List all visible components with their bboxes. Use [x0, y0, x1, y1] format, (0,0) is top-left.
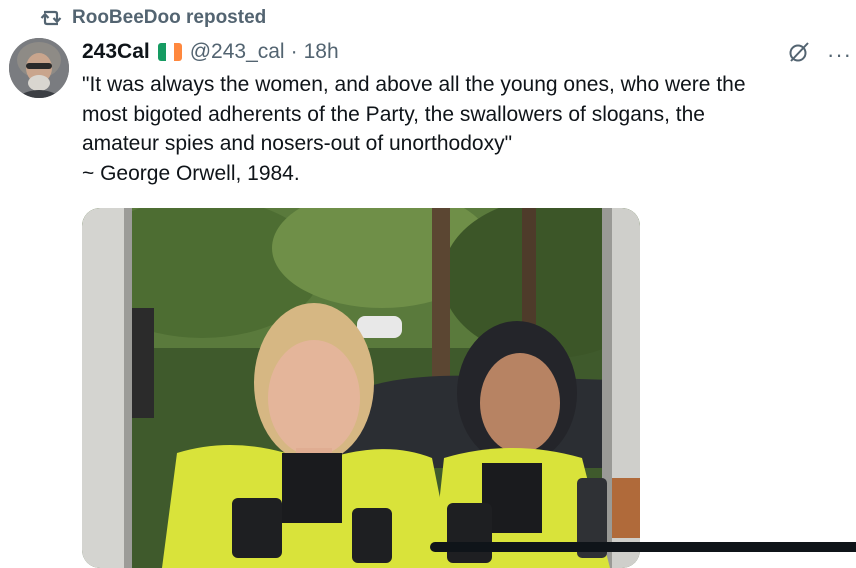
avatar[interactable] — [9, 38, 69, 98]
avatar-image — [9, 38, 69, 98]
repost-icon — [40, 8, 62, 28]
tweet-text-line: "It was always the women, and above all … — [82, 73, 746, 96]
more-icon[interactable]: ··· — [827, 43, 852, 66]
grok-icon[interactable] — [787, 40, 811, 69]
header-actions: ··· — [787, 40, 852, 69]
video-progress-bar[interactable] — [430, 542, 856, 552]
tweet-text-line: ~ George Orwell, 1984. — [82, 161, 300, 185]
video-player[interactable] — [82, 208, 640, 568]
author-display-name[interactable]: 243Cal — [82, 40, 150, 64]
tweet-header: 243Cal @243_cal · 18h — [82, 38, 339, 66]
post-time[interactable]: 18h — [304, 40, 339, 64]
repost-indicator[interactable]: RooBeeDoo reposted — [40, 6, 266, 30]
tweet-text: "It was always the women, and above all … — [82, 70, 842, 188]
tweet-text-line: amateur spies and nosers-out of unorthod… — [82, 132, 513, 155]
tweet-text-line: most bigoted adherents of the Party, the… — [82, 102, 705, 126]
video-thumbnail — [82, 208, 640, 568]
ireland-flag-icon — [157, 43, 182, 61]
repost-label: RooBeeDoo reposted — [72, 7, 267, 28]
author-handle[interactable]: @243_cal — [190, 40, 285, 64]
separator-dot: · — [290, 40, 298, 63]
